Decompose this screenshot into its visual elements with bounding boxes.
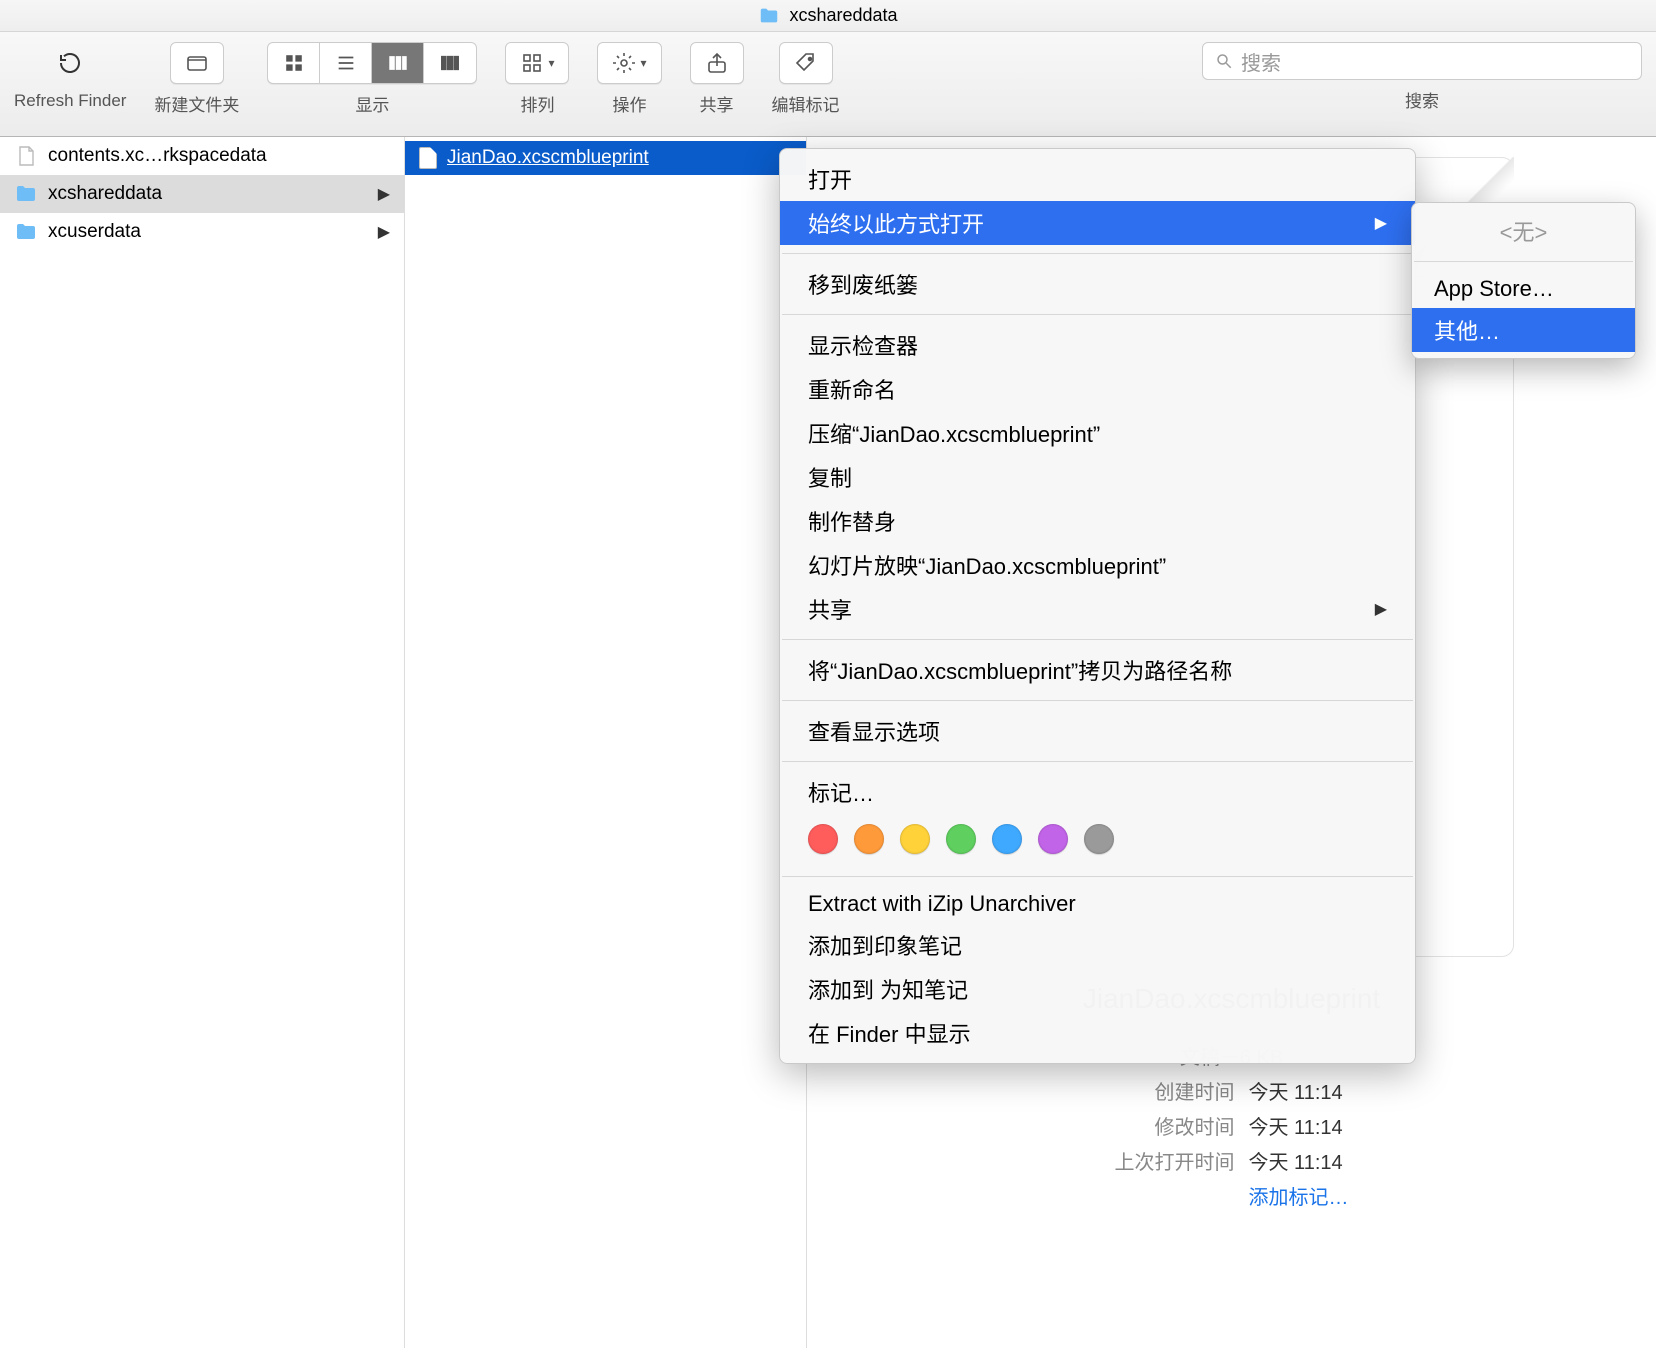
chevron-right-icon: ▶ <box>1375 213 1387 233</box>
menu-separator <box>782 314 1413 315</box>
ctx-open[interactable]: 打开 <box>780 157 1415 201</box>
view-icon-grid-icon[interactable] <box>268 43 320 83</box>
file-name: JianDao.xcscmblueprint <box>447 147 649 169</box>
menu-separator <box>782 876 1413 877</box>
chevron-down-icon: ▾ <box>640 56 646 70</box>
refresh-button[interactable] <box>44 42 96 84</box>
view-label: 显示 <box>355 91 389 116</box>
menu-separator <box>782 639 1413 640</box>
tag-color-dot[interactable] <box>1084 824 1114 854</box>
menu-separator <box>782 700 1413 701</box>
ctx-share[interactable]: 共享 ▶ <box>780 587 1415 631</box>
action-label: 操作 <box>612 91 646 116</box>
menu-separator <box>782 253 1413 254</box>
toolbar: Refresh Finder 新建文件夹 显示 ▾ 排列 ▾ 操作 <box>0 32 1656 137</box>
window-titlebar: xcshareddata <box>0 0 1656 32</box>
arrange-label: 排列 <box>520 91 554 116</box>
meta-value: 今天 11:14 <box>1249 1111 1349 1140</box>
tag-color-dot[interactable] <box>854 824 884 854</box>
meta-key: 创建时间 <box>1115 1076 1235 1105</box>
tag-color-dot[interactable] <box>808 824 838 854</box>
refresh-label: Refresh Finder <box>14 91 126 111</box>
sidebar-item-file[interactable]: contents.xc…rkspacedata <box>0 137 404 175</box>
chevron-right-icon: ▶ <box>1375 599 1387 619</box>
edit-tags-button[interactable] <box>779 42 833 84</box>
tag-color-dot[interactable] <box>946 824 976 854</box>
ctx-reveal-finder[interactable]: 在 Finder 中显示 <box>780 1011 1415 1055</box>
new-folder-button[interactable] <box>170 42 224 84</box>
ctx-make-alias[interactable]: 制作替身 <box>780 499 1415 543</box>
add-tags-link[interactable]: 添加标记… <box>1249 1181 1349 1210</box>
meta-value: 今天 11:14 <box>1249 1076 1349 1105</box>
ctx-compress[interactable]: 压缩“JianDao.xcscmblueprint” <box>780 411 1415 455</box>
submenu-other[interactable]: 其他… <box>1412 308 1635 352</box>
search-input[interactable]: 搜索 <box>1202 42 1642 80</box>
tag-color-row <box>780 814 1415 868</box>
sidebar-item-folder[interactable]: xcuserdata ▶ <box>0 213 404 251</box>
document-icon <box>419 147 437 169</box>
preview-metadata: 文稿－6 KB 创建时间 今天 11:14 修改时间 今天 11:14 上次打开… <box>1115 1041 1349 1210</box>
search-placeholder: 搜索 <box>1241 47 1281 76</box>
ctx-slideshow[interactable]: 幻灯片放映“JianDao.xcscmblueprint” <box>780 543 1415 587</box>
sidebar-item-folder-selected[interactable]: xcshareddata ▶ <box>0 175 404 213</box>
file-row-selected[interactable]: JianDao.xcscmblueprint <box>405 141 806 175</box>
ctx-move-to-trash[interactable]: 移到废纸篓 <box>780 262 1415 306</box>
chevron-right-icon: ▶ <box>378 222 390 242</box>
sidebar-column: contents.xc…rkspacedata xcshareddata ▶ x… <box>0 137 405 1348</box>
open-with-submenu: <无> App Store… 其他… <box>1411 202 1636 359</box>
submenu-none: <无> <box>1412 209 1635 253</box>
meta-value: 今天 11:14 <box>1249 1146 1349 1175</box>
submenu-app-store[interactable]: App Store… <box>1412 270 1635 308</box>
sidebar-item-label: contents.xc…rkspacedata <box>48 145 267 167</box>
meta-key: 上次打开时间 <box>1115 1146 1235 1175</box>
ctx-add-wiz[interactable]: 添加到 为知笔记 <box>780 967 1415 1011</box>
new-folder-label: 新建文件夹 <box>154 91 239 116</box>
context-menu: 打开 始终以此方式打开 ▶ 移到废纸篓 显示检查器 重新命名 压缩“JianDa… <box>779 148 1416 1064</box>
tag-color-dot[interactable] <box>992 824 1022 854</box>
tag-color-dot[interactable] <box>1038 824 1068 854</box>
folder-icon <box>758 5 780 27</box>
tag-color-dot[interactable] <box>900 824 930 854</box>
ctx-copy-path[interactable]: 将“JianDao.xcscmblueprint”拷贝为路径名称 <box>780 648 1415 692</box>
ctx-add-evernote[interactable]: 添加到印象笔记 <box>780 923 1415 967</box>
view-list-icon[interactable] <box>320 43 372 83</box>
action-button[interactable]: ▾ <box>597 42 661 84</box>
folder-icon <box>14 220 38 244</box>
ctx-show-inspector[interactable]: 显示检查器 <box>780 323 1415 367</box>
window-title: xcshareddata <box>789 5 897 26</box>
arrange-button[interactable]: ▾ <box>505 42 569 84</box>
ctx-label: 始终以此方式打开 <box>808 207 984 239</box>
chevron-right-icon: ▶ <box>378 184 390 204</box>
menu-separator <box>1414 261 1633 262</box>
view-columns-icon[interactable] <box>372 43 424 83</box>
search-label: 搜索 <box>1405 87 1439 112</box>
search-icon <box>1215 52 1233 70</box>
tags-label: 编辑标记 <box>772 91 840 116</box>
ctx-rename[interactable]: 重新命名 <box>780 367 1415 411</box>
ctx-label: 共享 <box>808 593 852 625</box>
ctx-extract-izip[interactable]: Extract with iZip Unarchiver <box>780 885 1415 923</box>
chevron-down-icon: ▾ <box>548 56 554 70</box>
ctx-view-options[interactable]: 查看显示选项 <box>780 709 1415 753</box>
sidebar-item-label: xcuserdata <box>48 221 141 243</box>
share-label: 共享 <box>700 91 734 116</box>
share-button[interactable] <box>690 42 744 84</box>
menu-separator <box>782 761 1413 762</box>
folder-icon <box>14 182 38 206</box>
sidebar-item-label: xcshareddata <box>48 183 162 205</box>
document-icon <box>14 144 38 168</box>
file-column: JianDao.xcscmblueprint <box>405 137 807 1348</box>
meta-key: 修改时间 <box>1115 1111 1235 1140</box>
view-gallery-icon[interactable] <box>424 43 476 83</box>
ctx-tags[interactable]: 标记… <box>780 770 1415 814</box>
view-segmented[interactable] <box>267 42 477 84</box>
ctx-duplicate[interactable]: 复制 <box>780 455 1415 499</box>
ctx-always-open-with[interactable]: 始终以此方式打开 ▶ <box>780 201 1415 245</box>
